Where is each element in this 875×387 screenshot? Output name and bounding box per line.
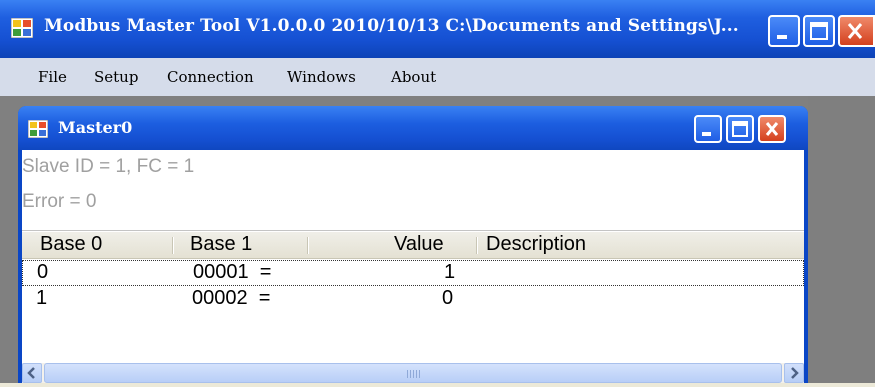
maximize-icon [732, 121, 748, 137]
maximize-button[interactable] [803, 15, 835, 47]
child-client-area: Slave ID = 1, FC = 1 Error = 0 Base 0 Ba… [22, 150, 804, 383]
scroll-left-button[interactable] [22, 363, 42, 383]
maximize-icon [810, 22, 828, 40]
close-icon [847, 23, 863, 39]
child-window-title: Master0 [58, 118, 133, 137]
column-header-base1[interactable]: Base 1 [190, 233, 252, 256]
cell-base0: 1 [36, 287, 48, 309]
minimize-icon [702, 132, 711, 136]
slave-id-status: Slave ID = 1, FC = 1 [22, 156, 195, 177]
menu-about[interactable]: About [391, 68, 436, 86]
child-close-button[interactable] [758, 115, 786, 143]
cell-base0: 0 [37, 261, 49, 283]
cell-value: 1 [444, 261, 456, 283]
close-button[interactable] [838, 15, 875, 47]
menu-setup[interactable]: Setup [94, 68, 138, 86]
child-title-bar[interactable]: Master0 [18, 106, 808, 150]
menu-bar: File Setup Connection Windows About [0, 58, 875, 96]
mdi-empty-space [808, 96, 875, 383]
child-window-master0[interactable]: Master0 Slave ID = 1, FC = 1 Error = 0 B… [18, 106, 808, 383]
child-app-icon [28, 120, 48, 138]
main-title-bar[interactable]: Modbus Master Tool V1.0.0.0 2010/10/13 C… [0, 0, 875, 58]
chevron-right-icon [791, 367, 799, 379]
column-header-description[interactable]: Description [486, 233, 586, 256]
minimize-icon [777, 35, 787, 39]
window-title: Modbus Master Tool V1.0.0.0 2010/10/13 C… [44, 16, 739, 36]
table-row[interactable]: 1 00002 = 0 [22, 287, 804, 313]
listview-header: Base 0 Base 1 Value Description [22, 232, 804, 259]
cell-base1: 00002 = [192, 287, 271, 309]
chevron-left-icon [27, 367, 35, 379]
scroll-right-button[interactable] [784, 363, 804, 383]
menu-connection[interactable]: Connection [167, 68, 254, 86]
column-header-value[interactable]: Value [394, 233, 444, 256]
scroll-thumb[interactable] [44, 363, 782, 383]
grip-icon [407, 370, 421, 378]
column-divider[interactable] [172, 237, 174, 254]
column-header-base0[interactable]: Base 0 [40, 233, 102, 256]
menu-file[interactable]: File [38, 68, 67, 86]
error-status: Error = 0 [22, 191, 97, 212]
table-row[interactable]: 0 00001 = 1 [22, 260, 804, 286]
minimize-button[interactable] [768, 15, 800, 47]
close-icon [765, 122, 779, 136]
child-minimize-button[interactable] [694, 115, 722, 143]
horizontal-scrollbar[interactable] [22, 363, 804, 383]
column-divider[interactable] [307, 237, 309, 254]
column-divider[interactable] [476, 237, 478, 254]
divider [22, 230, 804, 231]
child-maximize-button[interactable] [726, 115, 754, 143]
cell-value: 0 [442, 287, 454, 309]
menu-windows[interactable]: Windows [287, 68, 356, 86]
cell-base1: 00001 = [193, 261, 272, 283]
app-icon [11, 18, 33, 38]
